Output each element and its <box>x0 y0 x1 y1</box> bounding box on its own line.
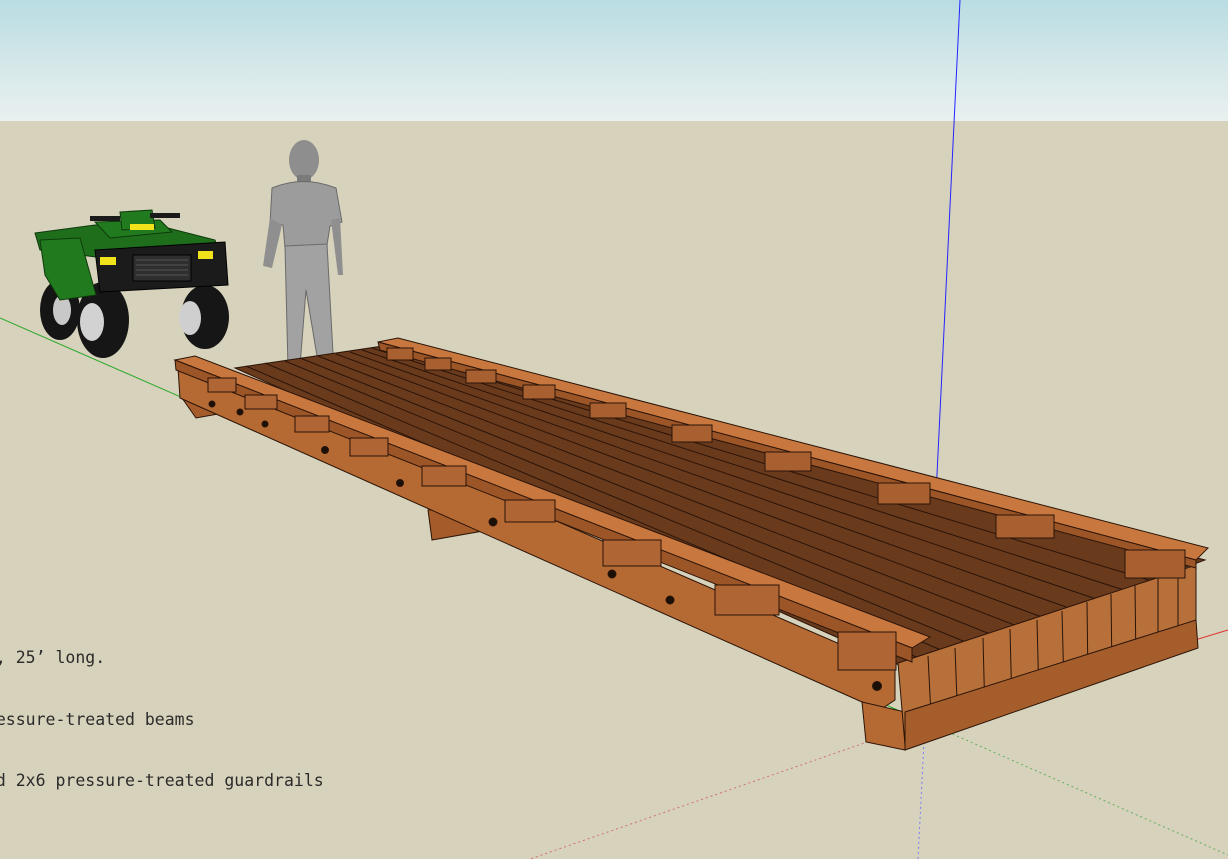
green-axis-dotted-line <box>924 721 1228 856</box>
note-line: pressure-treated beams <box>0 709 195 729</box>
red-axis-dotted-line <box>529 721 926 859</box>
wooden-bridge[interactable] <box>173 337 1209 751</box>
model-description-text: de, 25’ long. pressure-treated beams and… <box>0 607 324 833</box>
model-viewport[interactable]: de, 25’ long. pressure-treated beams and… <box>0 0 1228 859</box>
standing-person[interactable] <box>263 140 348 382</box>
note-line: de, 25’ long. <box>0 648 106 667</box>
note-line: and 2x6 pressure-treated guardrails <box>0 771 324 790</box>
atv-quad[interactable] <box>34 209 229 358</box>
